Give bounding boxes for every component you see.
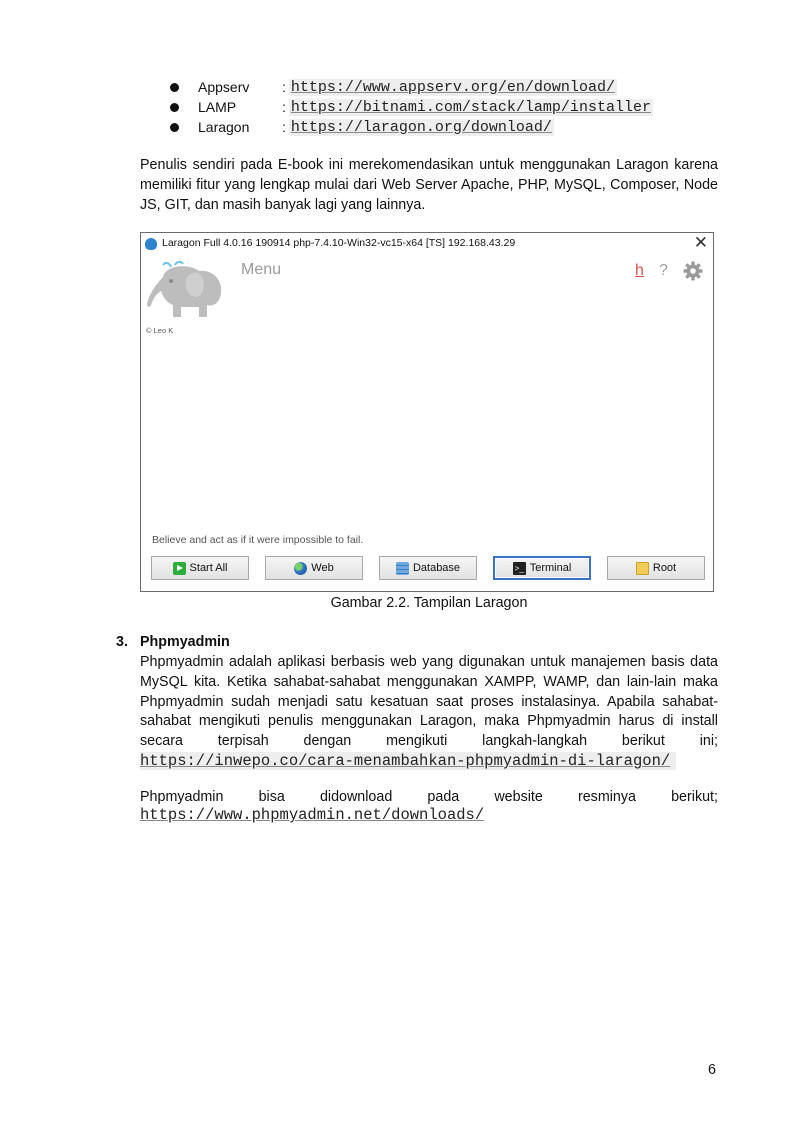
paragraph-text: Phpmyadmin adalah aplikasi berbasis web … <box>140 654 718 750</box>
link-label: LAMP <box>198 99 237 115</box>
list-item: Appserv : https://www.appserv.org/en/dow… <box>170 77 653 97</box>
bullet-icon <box>170 82 179 92</box>
close-icon[interactable]: ✕ <box>694 234 708 252</box>
help-h-link[interactable]: h <box>635 262 644 280</box>
phpmyadmin-paragraph: Phpmyadmin adalah aplikasi berbasis web … <box>140 653 718 772</box>
laragon-app-icon <box>145 238 157 250</box>
laragon-window: Laragon Full 4.0.16 190914 php-7.4.10-Wi… <box>140 232 714 592</box>
database-button[interactable]: Database <box>379 556 477 580</box>
inwepo-link[interactable]: https://inwepo.co/cara-menambahkan-phpmy… <box>140 751 677 770</box>
play-icon <box>172 561 186 575</box>
download-link-line: https://www.phpmyadmin.net/downloads/ <box>140 806 718 826</box>
section-number: 3. <box>116 634 128 650</box>
bullet-icon <box>170 122 179 132</box>
intro-paragraph: Penulis sendiri pada E-book ini merekome… <box>140 157 718 213</box>
link-separator: : <box>282 119 286 135</box>
link-label: Laragon <box>198 119 250 135</box>
section-title: Phpmyadmin <box>140 634 230 650</box>
start-all-button[interactable]: Start All <box>151 556 249 580</box>
download-paragraph: Phpmyadmin bisa didownload pada website … <box>140 788 718 808</box>
button-label: Terminal <box>529 562 572 574</box>
window-title: Laragon Full 4.0.16 190914 php-7.4.10-Wi… <box>162 237 516 249</box>
list-item: LAMP : https://bitnami.com/stack/lamp/in… <box>170 97 653 117</box>
laragon-link[interactable]: https://laragon.org/download/ <box>288 118 554 136</box>
lamp-link[interactable]: https://bitnami.com/stack/lamp/installer <box>288 98 653 116</box>
appserv-link[interactable]: https://www.appserv.org/en/download/ <box>288 78 617 96</box>
help-button[interactable]: ? <box>659 262 668 280</box>
window-title-bar: Laragon Full 4.0.16 190914 php-7.4.10-Wi… <box>141 233 713 255</box>
phpmyadmin-download-link[interactable]: https://www.phpmyadmin.net/downloads/ <box>140 806 484 824</box>
link-separator: : <box>282 79 286 95</box>
link-label: Appserv <box>198 79 250 95</box>
button-label: Root <box>652 562 677 574</box>
bullet-icon <box>170 102 179 112</box>
page-number: 6 <box>708 1062 716 1078</box>
elephant-logo-icon <box>147 260 222 317</box>
button-label: Web <box>311 562 334 574</box>
menu-button[interactable]: Menu <box>241 261 281 279</box>
motivation-quote: Believe and act as if it were impossible… <box>152 534 364 546</box>
terminal-button[interactable]: >_ Terminal <box>493 556 591 580</box>
figure-caption: Gambar 2.2. Tampilan Laragon <box>330 595 528 611</box>
root-button[interactable]: Root <box>607 556 705 580</box>
button-label: Start All <box>189 562 228 574</box>
globe-icon <box>294 561 308 575</box>
paragraph-text: Phpmyadmin bisa didownload pada website … <box>140 789 718 805</box>
web-button[interactable]: Web <box>265 556 363 580</box>
terminal-icon: >_ <box>512 561 526 575</box>
database-icon <box>395 561 409 575</box>
credit-text: © Leo K <box>146 326 174 335</box>
download-link-list: Appserv : https://www.appserv.org/en/dow… <box>170 77 653 137</box>
list-item: Laragon : https://laragon.org/download/ <box>170 117 653 137</box>
gear-icon[interactable] <box>683 261 703 281</box>
button-label: Database <box>412 562 461 574</box>
link-separator: : <box>282 99 286 115</box>
folder-icon <box>635 561 649 575</box>
document-page: Appserv : https://www.appserv.org/en/dow… <box>0 0 793 1122</box>
